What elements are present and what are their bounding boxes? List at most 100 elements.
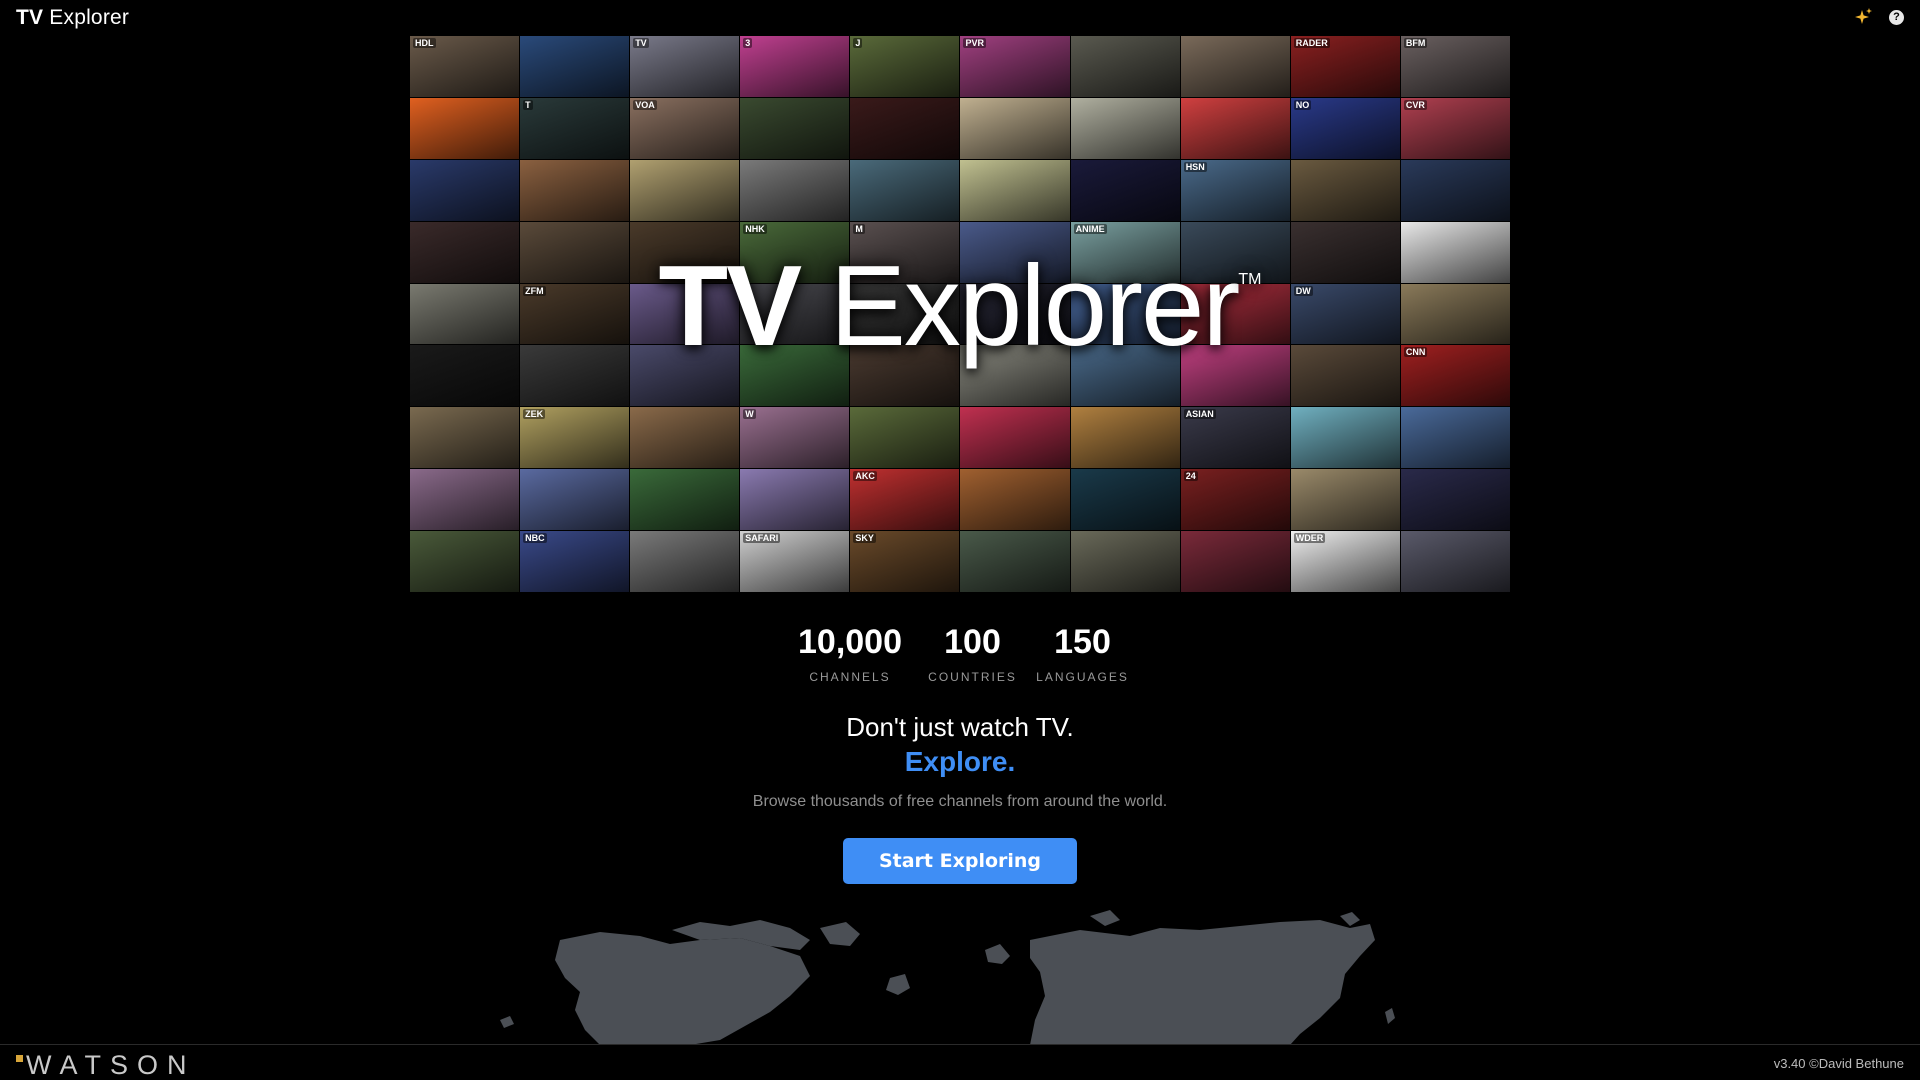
channel-logo-label: HDL (413, 38, 436, 48)
channel-logo-label: TV (633, 38, 649, 48)
channel-thumbnail (1180, 283, 1290, 345)
channel-thumbnail: J (850, 36, 960, 97)
channel-thumbnail (630, 469, 740, 531)
channel-thumbnail (850, 97, 960, 159)
top-icons: ? (1855, 8, 1904, 26)
footer: WATSON v3.40 ©David Bethune (0, 1044, 1920, 1080)
app-title[interactable]: TV Explorer (16, 6, 129, 30)
channel-thumbnail (1180, 345, 1290, 407)
channel-thumbnail (960, 159, 1070, 221)
channel-thumbnail: RADER (1290, 36, 1400, 97)
stat-value: 10,000 (798, 623, 902, 661)
channel-thumbnail: VOA (630, 97, 740, 159)
channel-thumbnail (960, 345, 1070, 407)
channel-thumbnail (410, 221, 520, 283)
channel-logo-label: HSN (1183, 161, 1207, 172)
channel-logo-label: ZFM (523, 285, 546, 296)
channel-thumbnail: ZEK (520, 407, 630, 469)
channel-thumbnail (740, 345, 850, 407)
stat-countries: 100 COUNTRIES (923, 620, 1023, 684)
channel-logo-label: WDER (1293, 533, 1326, 544)
channel-logo-label: NBC (523, 533, 547, 544)
top-bar: TV Explorer ? (0, 0, 1920, 36)
channel-thumbnail: NHK (740, 221, 850, 283)
channel-logo-label: ZEK (523, 409, 546, 420)
channel-thumbnail: 24 (1180, 469, 1290, 531)
channel-thumbnail (960, 469, 1070, 531)
channel-logo-label: NO (1293, 99, 1312, 110)
channel-thumbnail: W (740, 407, 850, 469)
stat-languages: 150 LANGUAGES (1023, 620, 1143, 684)
channel-logo-label: SAFARI (743, 533, 781, 544)
channel-thumbnail (850, 283, 960, 345)
channel-thumbnail (960, 97, 1070, 159)
channel-thumbnail (630, 159, 740, 221)
start-exploring-button[interactable]: Start Exploring (843, 838, 1077, 884)
stat-label: COUNTRIES (928, 670, 1017, 684)
app-title-rest: Explorer (43, 6, 130, 29)
channel-thumbnail (630, 345, 740, 407)
channel-thumbnail (1070, 159, 1180, 221)
channel-thumbnail: DW (1290, 283, 1400, 345)
watson-logo[interactable]: WATSON (16, 1050, 196, 1080)
channel-thumbnail: NO (1290, 97, 1400, 159)
channel-logo-label: W (743, 409, 756, 420)
channel-thumbnail (410, 531, 520, 592)
channel-thumbnail (960, 283, 1070, 345)
channel-thumbnail (1070, 36, 1180, 97)
channel-thumbnail (1400, 531, 1510, 592)
channel-thumbnail (850, 345, 960, 407)
world-map-icon (500, 910, 1395, 1045)
channel-logo-label: CVR (1403, 99, 1427, 110)
brand-mark-icon (16, 1055, 23, 1062)
channel-thumbnail (1290, 345, 1400, 407)
stat-label: LANGUAGES (1036, 670, 1129, 684)
channel-thumbnail: ASIAN (1180, 407, 1290, 469)
channel-logo-label: 24 (1183, 471, 1198, 482)
channel-thumbnail (1180, 97, 1290, 159)
channel-thumbnail (1180, 531, 1290, 592)
channel-thumbnail: PVR (960, 36, 1070, 97)
stat-value: 100 (944, 623, 1001, 661)
channel-thumbnail: HDL (410, 36, 520, 97)
channel-logo-label: ANIME (1073, 223, 1107, 234)
channel-thumbnail (740, 97, 850, 159)
channel-thumbnail (1290, 159, 1400, 221)
version-credit[interactable]: v3.40 ©David Bethune (1774, 1056, 1904, 1071)
hero-subtext: Browse thousands of free channels from a… (752, 793, 1168, 810)
channel-thumbnail (1290, 407, 1400, 469)
channel-thumbnail (1070, 345, 1180, 407)
channel-logo-label: CNN (1403, 347, 1428, 358)
help-icon[interactable]: ? (1889, 9, 1904, 25)
channel-thumbnail (630, 531, 740, 592)
channel-thumbnail: CVR (1400, 97, 1510, 159)
channel-thumbnail (410, 159, 520, 221)
channel-logo-label: BFM (1403, 38, 1428, 48)
channel-thumbnail (1400, 407, 1510, 469)
channel-thumbnail (520, 159, 630, 221)
channel-thumbnail (1400, 221, 1510, 283)
channel-thumbnail (520, 36, 630, 97)
channel-thumbnail (960, 531, 1070, 592)
channel-thumbnail (960, 221, 1070, 283)
channel-logo-label: NHK (743, 223, 767, 234)
channel-thumbnail (1180, 36, 1290, 97)
channel-thumbnail (1180, 221, 1290, 283)
channel-thumbnail (1070, 407, 1180, 469)
channel-thumbnail: SKY (850, 531, 960, 592)
channel-thumbnail (740, 283, 850, 345)
channel-thumbnail (410, 469, 520, 531)
channel-logo-label: SKY (853, 533, 876, 544)
sparkle-icon[interactable] (1855, 8, 1873, 26)
channel-thumbnail: TV (630, 36, 740, 97)
channel-thumbnail: T (520, 97, 630, 159)
channel-thumbnail (520, 345, 630, 407)
channel-thumbnail (740, 469, 850, 531)
channel-thumbnail: NBC (520, 531, 630, 592)
channel-thumbnail (410, 345, 520, 407)
channel-logo-label: AKC (853, 471, 877, 482)
channel-thumbnail (1070, 531, 1180, 592)
channel-thumbnail (960, 407, 1070, 469)
channel-logo-label: J (853, 38, 863, 48)
channel-logo-label: M (853, 223, 865, 234)
